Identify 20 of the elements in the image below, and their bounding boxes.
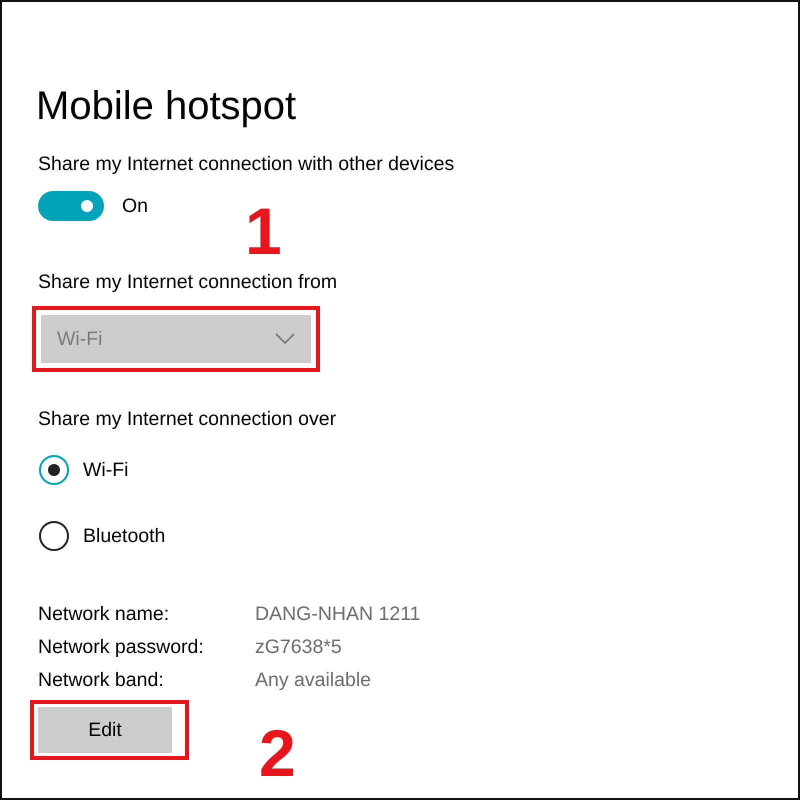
toggle-switch[interactable]: [38, 191, 104, 221]
toggle-label: Share my Internet connection with other devices: [38, 153, 456, 176]
dropdown-label: Share my Internet connection from: [38, 271, 338, 294]
info-value: DANG-NHAN 1211: [255, 603, 422, 626]
radio-button[interactable]: [39, 521, 69, 551]
radio-label: Bluetooth: [83, 524, 166, 548]
info-value: Any available: [255, 669, 372, 692]
info-label: Network band:: [38, 669, 165, 692]
info-label: Network name:: [38, 603, 170, 626]
radio-label: Wi-Fi: [83, 458, 128, 482]
toggle-state: On: [122, 194, 148, 218]
info-label: Network password:: [38, 636, 205, 659]
edit-button[interactable]: Edit: [38, 707, 172, 753]
radio-group-label: Share my Internet connection over: [38, 408, 338, 431]
chevron-icon: [275, 333, 295, 345]
info-value: zG7638*5: [255, 636, 343, 659]
page-title: Mobile hotspot: [36, 84, 298, 129]
step-number: 1: [245, 198, 282, 264]
radio-button[interactable]: [39, 455, 69, 485]
step-number: 2: [259, 720, 296, 786]
